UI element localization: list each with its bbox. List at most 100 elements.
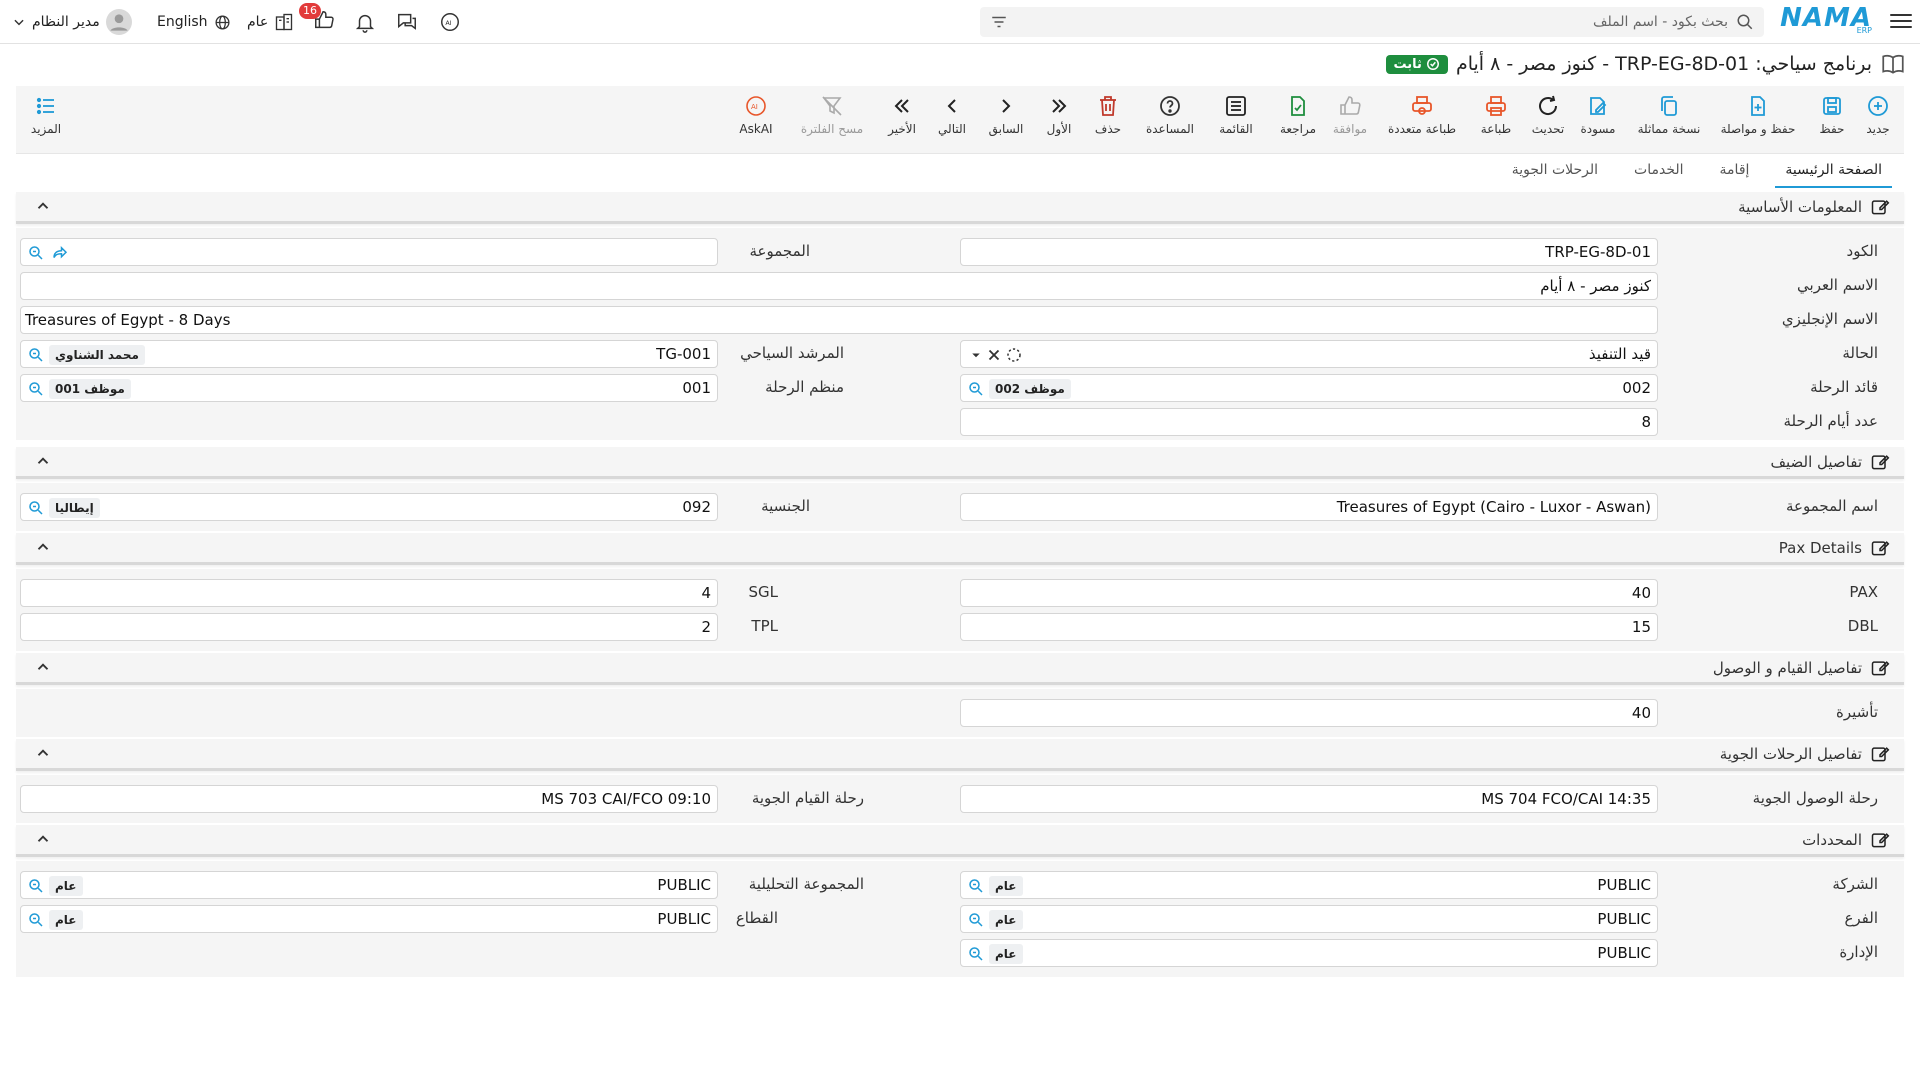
save-button[interactable]: حفظ [1806, 94, 1858, 136]
tab-main[interactable]: الصفحة الرئيسية [1767, 158, 1900, 188]
group-name-field[interactable]: Treasures of Egypt (Cairo - Luxor - Aswa… [960, 493, 1658, 521]
tab-flights[interactable]: الرحلات الجوية [1494, 158, 1616, 188]
section-header-pax[interactable]: Pax Details [16, 533, 1904, 565]
approvals-button[interactable]: 16 [299, 3, 335, 36]
tpl-field[interactable]: 2 [20, 613, 718, 641]
search-input[interactable] [1016, 14, 1728, 30]
arrival-flight-field[interactable]: MS 704 FCO/CAI 14:35 [960, 785, 1658, 813]
days-field[interactable]: 8 [960, 408, 1658, 436]
company-field[interactable]: عام PUBLIC [960, 871, 1658, 899]
save-continue-button[interactable]: حفظ و مواصلة [1712, 94, 1804, 136]
section-header-guest[interactable]: تفاصيل الضيف [16, 447, 1904, 479]
dbl-field[interactable]: 15 [960, 613, 1658, 641]
language-switch[interactable]: English [157, 8, 231, 36]
logo-sub: ERP [1856, 26, 1872, 35]
last-button[interactable]: الأخير [876, 94, 928, 136]
code-field[interactable]: TRP-EG-8D-01 [960, 238, 1658, 266]
section-header-dimensions[interactable]: المحددات [16, 825, 1904, 857]
branch-field[interactable]: عام PUBLIC [960, 905, 1658, 933]
close-icon[interactable] [985, 346, 1003, 364]
ai-assistant-button[interactable]: AI [439, 8, 461, 36]
help-label: المساعدة [1145, 122, 1195, 136]
file-plus-icon [1751, 96, 1765, 116]
departure-flight-field[interactable]: MS 703 CAI/FCO 09:10 [20, 785, 718, 813]
group-field[interactable] [20, 238, 718, 266]
tab-accommodation[interactable]: إقامة [1702, 158, 1768, 188]
first-button[interactable]: الأول [1034, 94, 1084, 136]
list-button[interactable]: القائمة [1206, 94, 1266, 136]
chevron-down-icon[interactable] [967, 346, 985, 364]
arrival-flight-value: MS 704 FCO/CAI 14:35 [1481, 790, 1651, 808]
sector-field[interactable]: عام PUBLIC [20, 905, 718, 933]
chevron-up-icon[interactable] [34, 452, 52, 470]
search-select-icon[interactable] [967, 945, 985, 963]
messages-button[interactable] [396, 8, 418, 36]
department-field[interactable]: عام PUBLIC [960, 939, 1658, 967]
clear-filter-button[interactable]: مسح الفلترة [790, 94, 874, 136]
organizer-field[interactable]: موظف 001 001 [20, 374, 718, 402]
search-icon[interactable] [1736, 13, 1754, 31]
sgl-field[interactable]: 4 [20, 579, 718, 607]
filter-icon[interactable] [990, 13, 1008, 31]
visa-field[interactable]: 40 [960, 699, 1658, 727]
multi-print-button[interactable]: طباعة متعددة [1378, 94, 1466, 136]
next-button[interactable]: التالي [926, 94, 978, 136]
chevron-up-icon[interactable] [34, 744, 52, 762]
book-icon [1882, 54, 1904, 74]
search-select-icon[interactable] [27, 877, 45, 895]
duplicate-button[interactable]: نسخة مماثلة [1626, 94, 1712, 136]
search-select-icon[interactable] [27, 346, 45, 364]
section-header-basic[interactable]: المعلومات الأساسية [16, 192, 1904, 224]
title-row: برنامج سياحي: TRP-EG-8D-01 - كنوز مصر - … [1385, 48, 1906, 80]
arabic-name-field[interactable]: كنوز مصر - ٨ أيام [20, 272, 1658, 300]
search-select-icon[interactable] [967, 380, 985, 398]
delete-button[interactable]: حذف [1082, 94, 1134, 136]
refresh-icon [1539, 95, 1558, 115]
sector-value: PUBLIC [657, 910, 711, 928]
group-label: المجموعة [749, 242, 810, 260]
chevron-up-icon[interactable] [34, 538, 52, 556]
tab-services[interactable]: الخدمات [1616, 158, 1702, 188]
hamburger-menu-icon[interactable] [1890, 10, 1912, 32]
previous-button[interactable]: السابق [980, 94, 1032, 136]
nationality-field[interactable]: إيطاليا 092 [20, 493, 718, 521]
group-name-label: اسم المجموعة [1786, 497, 1878, 515]
askai-button[interactable]: AI AskAI [726, 94, 786, 136]
search-select-icon[interactable] [27, 911, 45, 929]
more-button[interactable]: المزيد [16, 94, 76, 136]
save-continue-label: حفظ و مواصلة [1720, 122, 1796, 136]
review-button[interactable]: مراجعة [1272, 94, 1324, 136]
edit-icon [1871, 455, 1890, 470]
refresh-button[interactable]: تحديث [1522, 94, 1574, 136]
section-header-flights[interactable]: تفاصيل الرحلات الجوية [16, 739, 1904, 771]
english-name-field[interactable]: Treasures of Egypt - 8 Days [20, 306, 1658, 334]
print-button[interactable]: طباعة [1470, 94, 1522, 136]
share-icon[interactable] [51, 244, 69, 262]
action-toolbar: جديد حفظ حفظ و مواصلة نسخة مماثلة مسودة … [16, 86, 1904, 154]
guide-field[interactable]: محمد الشناوي TG-001 [20, 340, 718, 368]
search-select-icon[interactable] [27, 380, 45, 398]
section-header-arrival[interactable]: تفاصيل القيام و الوصول [16, 653, 1904, 685]
new-button[interactable]: جديد [1852, 94, 1904, 136]
search-select-icon[interactable] [967, 877, 985, 895]
branch-selector[interactable]: عام [247, 8, 294, 36]
status-select[interactable]: قيد التنفيذ [960, 340, 1658, 368]
pax-field[interactable]: 40 [960, 579, 1658, 607]
analytic-group-field[interactable]: عام PUBLIC [20, 871, 718, 899]
user-menu[interactable]: مدير النظام [12, 8, 132, 36]
leader-name-chip: موظف 002 [989, 379, 1071, 399]
search-select-icon[interactable] [27, 244, 45, 262]
leader-field[interactable]: موظف 002 002 [960, 374, 1658, 402]
draft-button[interactable]: مسودة [1570, 94, 1626, 136]
edit-doc-icon [1590, 97, 1607, 115]
help-button[interactable]: المساعدة [1138, 94, 1202, 136]
chevron-up-icon[interactable] [34, 830, 52, 848]
notifications-button[interactable] [354, 8, 376, 36]
search-select-icon[interactable] [27, 499, 45, 517]
approve-button[interactable]: موافقة [1322, 94, 1378, 136]
search-select-icon[interactable] [967, 911, 985, 929]
edit-icon [1871, 747, 1890, 762]
chevron-up-icon[interactable] [34, 197, 52, 215]
logo[interactable]: NAMA ERP [1780, 4, 1872, 38]
chevron-up-icon[interactable] [34, 658, 52, 676]
